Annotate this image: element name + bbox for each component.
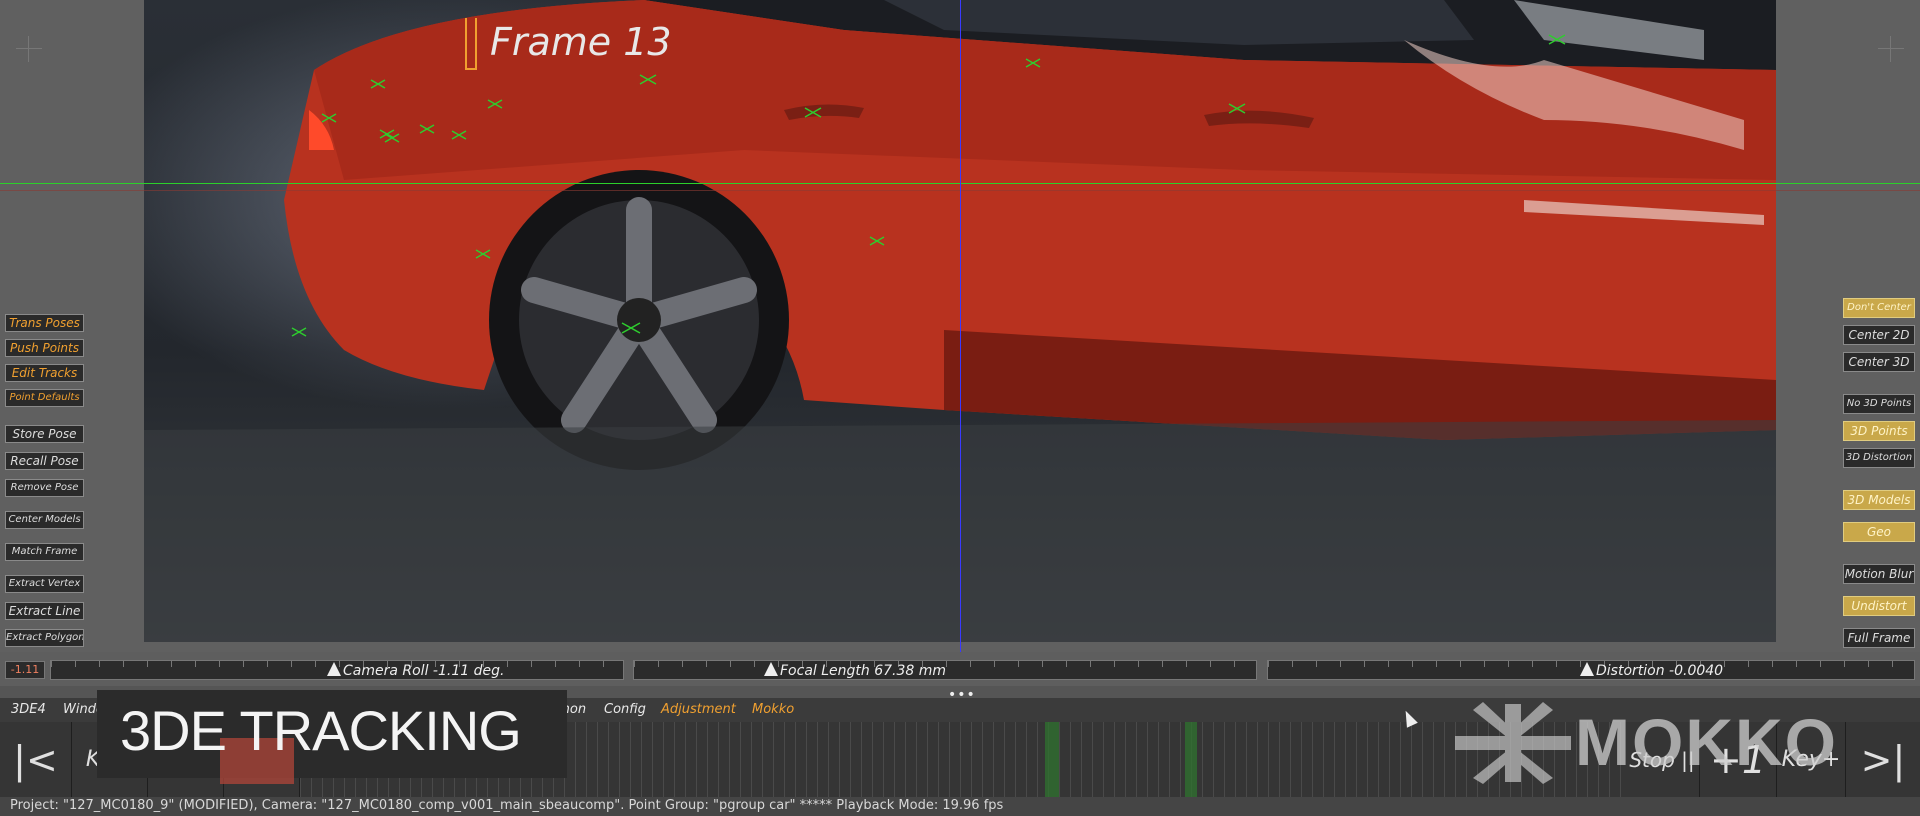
camera-roll-value[interactable]: -1.11: [5, 661, 45, 679]
3d-distortion-button[interactable]: 3D Distortion: [1843, 448, 1915, 468]
full-frame-button[interactable]: Full Frame: [1843, 628, 1915, 648]
menu-adjustment[interactable]: Adjustment: [661, 702, 736, 717]
store-pose-button[interactable]: Store Pose: [5, 425, 84, 443]
camera-roll-text: Camera Roll -1.11 deg.: [343, 663, 505, 679]
viewport[interactable]: [0, 0, 1920, 652]
current-frame-marker[interactable]: [465, 18, 477, 70]
center-line: [960, 0, 961, 652]
menu-config[interactable]: Config: [604, 702, 646, 717]
grid-cross: [1878, 36, 1904, 62]
recall-pose-button[interactable]: Recall Pose: [5, 452, 84, 470]
camera-roll-slider[interactable]: Camera Roll -1.11 deg.: [50, 660, 624, 680]
keyframe-marker: [1045, 722, 1059, 797]
point-defaults-button[interactable]: Point Defaults: [5, 389, 84, 407]
3d-models-button[interactable]: 3D Models: [1843, 490, 1915, 510]
mokko-logo-text: MOKKO: [1575, 705, 1838, 779]
status-text: Project: "127_MC0180_9" (MODIFIED), Came…: [10, 798, 1004, 813]
distortion-slider[interactable]: Distortion -0.0040: [1267, 660, 1915, 680]
distortion-label: Distortion -0.0040: [1580, 662, 1723, 679]
title-overlay: 3DE TRACKING: [120, 699, 522, 762]
extract-polygon-button[interactable]: Extract Polygon: [5, 629, 84, 647]
grid-cross: [16, 36, 42, 62]
undistort-button[interactable]: Undistort: [1843, 596, 1915, 616]
focal-length-text: Focal Length 67.38 mm: [780, 663, 947, 679]
push-points-button[interactable]: Push Points: [5, 339, 84, 357]
extract-line-button[interactable]: Extract Line: [5, 602, 84, 620]
3d-points-button[interactable]: 3D Points: [1843, 421, 1915, 441]
menu-mokko[interactable]: Mokko: [752, 702, 794, 717]
center-3d-button[interactable]: Center 3D: [1843, 352, 1915, 372]
no-3d-points-button[interactable]: No 3D Points: [1843, 394, 1915, 414]
edit-tracks-button[interactable]: Edit Tracks: [5, 364, 84, 382]
motion-blur-button[interactable]: Motion Blur: [1843, 564, 1915, 584]
center-models-button[interactable]: Center Models: [5, 511, 84, 529]
focal-length-label: Focal Length 67.38 mm: [764, 662, 946, 679]
focal-length-slider[interactable]: Focal Length 67.38 mm: [633, 660, 1257, 680]
center-2d-button[interactable]: Center 2D: [1843, 325, 1915, 345]
status-bar: Project: "127_MC0180_9" (MODIFIED), Came…: [0, 797, 1920, 816]
remove-pose-button[interactable]: Remove Pose: [5, 479, 84, 497]
match-frame-button[interactable]: Match Frame: [5, 543, 84, 561]
distortion-text: Distortion -0.0040: [1596, 663, 1724, 679]
camera-roll-label: Camera Roll -1.11 deg.: [327, 662, 504, 679]
dont-center-button[interactable]: Don't Center: [1843, 298, 1915, 318]
last-frame-button[interactable]: >|: [1846, 722, 1920, 797]
menu-3de4[interactable]: 3DE4: [11, 702, 46, 717]
keyframe-marker: [1185, 722, 1197, 797]
slider-handle-icon[interactable]: [327, 662, 341, 676]
geo-button[interactable]: Geo: [1843, 522, 1915, 542]
slider-handle-icon[interactable]: [1580, 662, 1594, 676]
current-frame-label: Frame 13: [490, 20, 672, 64]
extract-vertex-button[interactable]: Extract Vertex: [5, 575, 84, 593]
first-frame-button[interactable]: |<: [0, 722, 72, 797]
trans-poses-button[interactable]: Trans Poses: [5, 314, 84, 332]
slider-handle-icon[interactable]: [764, 662, 778, 676]
